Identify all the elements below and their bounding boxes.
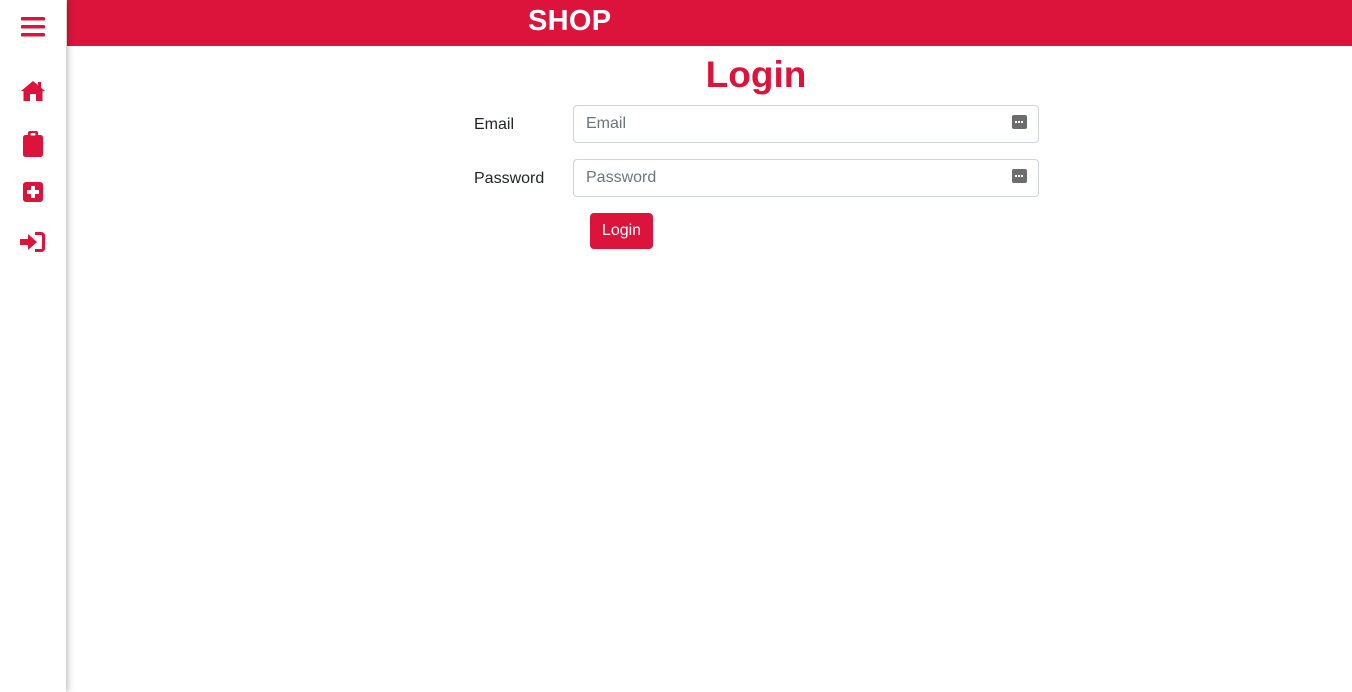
page-title: Login — [705, 54, 807, 95]
sidebar — [0, 0, 66, 692]
hamburger-menu-icon[interactable] — [0, 13, 66, 41]
email-label: Email — [474, 116, 515, 133]
top-navbar: SHOP — [67, 0, 1352, 46]
clipboard-icon[interactable] — [0, 130, 66, 158]
password-field[interactable] — [573, 159, 1039, 197]
password-label: Password — [474, 170, 545, 187]
sign-in-icon[interactable] — [0, 229, 66, 255]
plus-square-icon[interactable] — [0, 180, 66, 204]
brand-title[interactable]: SHOP — [528, 4, 611, 38]
login-button[interactable]: Login — [590, 213, 653, 249]
email-field[interactable] — [573, 105, 1039, 143]
password-manager-key-icon[interactable] — [1012, 169, 1027, 183]
password-manager-key-icon[interactable] — [1012, 115, 1027, 129]
home-icon[interactable] — [0, 78, 66, 104]
